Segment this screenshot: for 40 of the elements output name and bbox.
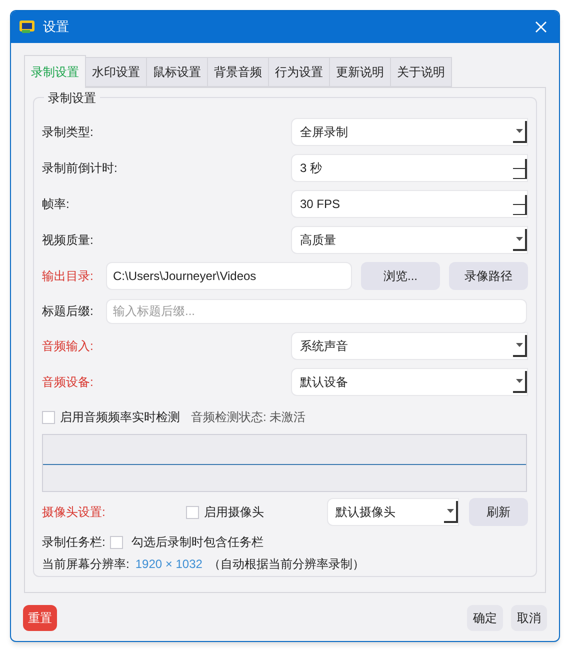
button[interactable]: 录像路径 [449,262,528,290]
note-text: （自动根据当前分辨率录制） [208,556,364,573]
field-label: 录制类型: [42,124,94,141]
dropdown[interactable]: 默认设备 [291,368,528,396]
field-label: 帧率: [42,196,70,213]
field-label: 标题后缀: [42,303,94,320]
field-label: 音频输入: [42,338,94,355]
spin-box[interactable]: 30 FPS [291,190,528,218]
field-label: 当前屏幕分辨率: [42,556,130,573]
field-label: 录制前倒计时: [42,160,118,177]
field-label: 输出目录: [42,268,94,285]
button[interactable]: 浏览... [361,262,440,290]
dropdown[interactable]: 默认摄像头 [326,498,460,526]
field-label: 摄像头设置: [42,504,106,521]
button[interactable]: 刷新 [468,498,528,526]
field-label: 音频设备: [42,374,94,391]
dropdown[interactable]: 高质量 [291,226,528,254]
tab[interactable]: 水印设置 [86,57,147,87]
spin-box[interactable]: 3 秒 [291,154,528,182]
checkbox-label: 启用音频频率实时检测 [60,409,180,426]
tab[interactable]: 背景音频 [208,57,269,87]
button[interactable]: 取消 [511,605,547,631]
checkbox-label: 启用摄像头 [204,504,265,521]
window-title: 设置 [43,18,69,36]
button[interactable]: 确定 [467,605,503,631]
group-title: 录制设置 [44,89,100,107]
reset-button[interactable]: 重置 [23,605,57,631]
input-field[interactable]: 输入标题后缀... [106,298,527,324]
resolution-value: 1920 × 1032 [135,556,202,573]
tab[interactable]: 更新说明 [330,57,391,87]
field-label: 录制任务栏: [42,534,106,551]
dropdown[interactable]: 全屏录制 [291,118,528,146]
field-label: 视频质量: [42,232,94,249]
input-field[interactable]: C:\Users\Journeyer\Videos [106,262,352,290]
tab[interactable]: 关于说明 [391,57,452,87]
status-text: 音频检测状态: 未激活 [191,409,306,426]
tab[interactable]: 鼠标设置 [147,57,208,87]
dropdown[interactable]: 系统声音 [291,332,528,360]
checkbox-label: 勾选后录制时包含任务栏 [131,534,264,551]
tab[interactable]: 行为设置 [269,57,330,87]
